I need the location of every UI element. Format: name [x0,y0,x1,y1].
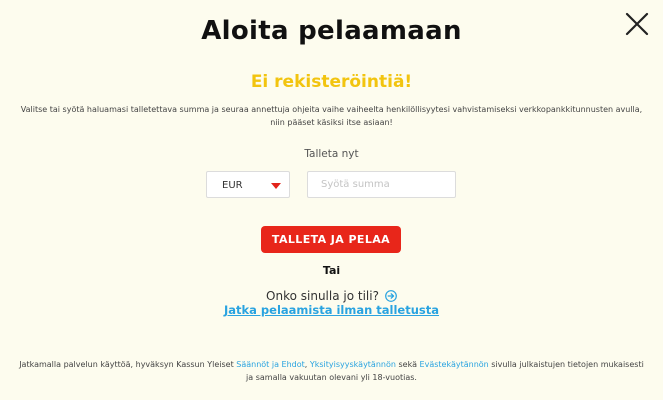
modal-title: Aloita pelaamaan [201,16,462,46]
footer-text-before: Jatkamalla palvelun käyttöä, hyväksyn Ka… [19,360,237,369]
existing-account-row: Onko sinulla jo tili? [0,289,663,303]
privacy-link[interactable]: Yksityisyyskäytännön [310,360,396,369]
deposit-label: Talleta nyt [304,148,359,160]
chevron-down-icon [271,183,281,189]
terms-link[interactable]: Säännöt ja Ehdot [236,360,305,369]
account-question: Onko sinulla jo tili? [266,289,379,303]
currency-value: EUR [222,180,243,191]
continue-without-deposit-link[interactable]: Jatka pelaamista ilman talletusta [0,303,663,317]
amount-input[interactable] [307,171,456,198]
modal-description: Valitse tai syötä haluamasi talletettava… [20,105,643,127]
deposit-and-play-button[interactable]: TALLETA JA PELAA [261,226,401,253]
terms-footer: Jatkamalla palvelun käyttöä, hyväksyn Ka… [18,358,645,384]
footer-separator: sekä [395,360,420,369]
or-separator: Tai [322,264,341,277]
cookies-link[interactable]: Evästekäytännön [420,360,489,369]
currency-select[interactable]: EUR [206,171,290,198]
signup-modal: Aloita pelaamaan Ei rekisteröintiä! Vali… [0,0,663,400]
arrow-right-circle-icon[interactable] [385,290,397,302]
modal-subtitle: Ei rekisteröintiä! [250,72,413,92]
